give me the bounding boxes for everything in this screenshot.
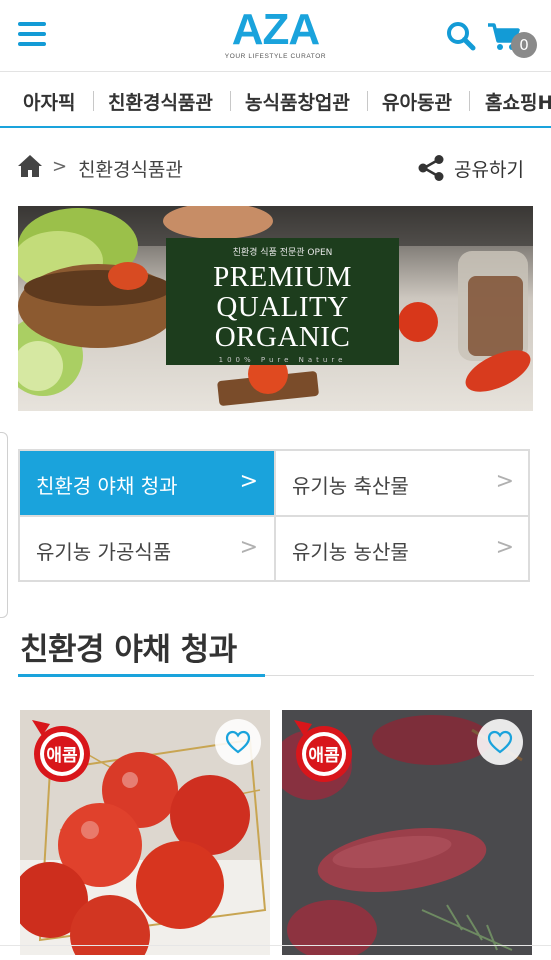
bottom-divider: [0, 945, 551, 946]
subcategory-organic-livestock[interactable]: 유기농 축산물 >: [276, 451, 530, 515]
aekom-badge-icon: 애콤: [294, 720, 352, 782]
product-card[interactable]: 애콤: [20, 710, 270, 955]
logo-tagline: YOUR LIFESTYLE CURATOR: [224, 53, 327, 60]
grid-divider: [20, 515, 528, 517]
category-tab-kids[interactable]: 유아동관: [382, 88, 452, 115]
heart-outline-icon: [487, 730, 513, 754]
product-card[interactable]: 애콤: [282, 710, 532, 955]
category-divider: [469, 91, 470, 111]
category-nav: 아자픽 친환경식품관 농식품창업관 유아동관 홈쇼핑H: [0, 73, 551, 128]
category-divider: [93, 91, 94, 111]
aekom-badge-icon: 애콤: [32, 720, 90, 782]
banner-headline-1: PREMIUM: [213, 261, 352, 293]
subcategory-label: 친환경 야채 청과: [36, 474, 178, 498]
share-label: 공유하기: [454, 159, 524, 181]
category-divider: [230, 91, 231, 111]
category-tab-homeshopping[interactable]: 홈쇼핑H: [485, 88, 551, 115]
chevron-right-icon: >: [239, 469, 258, 494]
heart-outline-icon: [225, 730, 251, 754]
banner-text-box: 친환경 식품 전문관 OPEN PREMIUM QUALITY ORGANIC …: [166, 238, 399, 365]
chevron-right-icon: >: [239, 535, 258, 560]
subcategory-label: 유기농 농산물: [292, 540, 409, 564]
category-tab-eco-food[interactable]: 친환경식품관: [108, 88, 213, 115]
share-button[interactable]: 공유하기: [418, 152, 534, 182]
banner-footnote: 100% Pure Nature: [218, 356, 347, 364]
breadcrumb: > 친환경식품관 공유하기: [18, 150, 534, 186]
category-divider: [367, 91, 368, 111]
badge-label: 애콤: [308, 746, 340, 766]
side-drawer-handle[interactable]: [0, 432, 8, 618]
breadcrumb-current: 친환경식품관: [78, 159, 183, 181]
search-icon[interactable]: [445, 20, 477, 52]
subcategory-eco-vegetables[interactable]: 친환경 야채 청과 >: [20, 451, 274, 515]
category-tab-agri-startup[interactable]: 농식품창업관: [245, 88, 350, 115]
subcategory-label: 유기농 축산물: [292, 474, 409, 498]
app-header: AZA YOUR LIFESTYLE CURATOR 0: [0, 0, 551, 72]
banner-headline-3: ORGANIC: [214, 321, 351, 353]
category-tab-azapick[interactable]: 아자픽: [23, 88, 75, 115]
subcategory-organic-processed[interactable]: 유기농 가공식품 >: [20, 517, 274, 581]
banner-kicker: 친환경 식품 전문관 OPEN: [232, 248, 333, 258]
section-title: 친환경 야채 청과: [20, 632, 237, 668]
banner-headline-2: QUALITY: [216, 291, 349, 323]
subcategory-organic-agri[interactable]: 유기농 농산물 >: [276, 517, 530, 581]
chevron-right-icon: >: [495, 535, 514, 560]
section-divider-accent: [18, 674, 265, 677]
cart-count-badge: 0: [511, 32, 537, 58]
subcategory-grid: 친환경 야채 청과 > 유기농 축산물 > 유기농 가공식품 > 유기농 농산물…: [18, 449, 530, 582]
cart-button[interactable]: 0: [487, 20, 537, 60]
subcategory-label: 유기농 가공식품: [36, 540, 172, 564]
share-icon: [418, 155, 444, 181]
chevron-right-icon: >: [495, 469, 514, 494]
badge-label: 애콤: [46, 746, 78, 766]
chevron-right-icon: >: [52, 156, 68, 177]
home-icon[interactable]: [18, 154, 42, 178]
favorite-button[interactable]: [215, 719, 261, 765]
favorite-button[interactable]: [477, 719, 523, 765]
promo-banner[interactable]: 친환경 식품 전문관 OPEN PREMIUM QUALITY ORGANIC …: [18, 206, 533, 411]
